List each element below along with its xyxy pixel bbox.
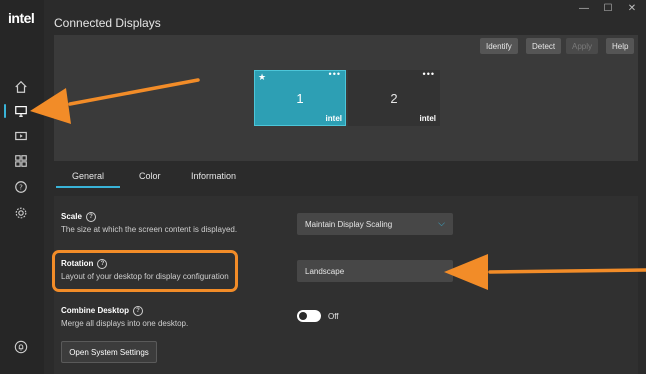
primary-star-icon: ★: [258, 72, 267, 82]
maximize-button[interactable]: ☐: [596, 0, 620, 16]
combine-description: Merge all displays into one desktop.: [61, 319, 189, 328]
apply-button[interactable]: Apply: [566, 38, 599, 54]
scale-help-icon[interactable]: ?: [85, 212, 96, 222]
display-2-menu-icon[interactable]: •••: [423, 69, 435, 79]
rotation-highlight-box: [52, 250, 238, 292]
scale-description: The size at which the screen content is …: [61, 225, 238, 234]
scale-title: Scale: [61, 212, 82, 222]
combine-toggle-label: Off: [328, 312, 339, 321]
combine-desktop-toggle[interactable]: [297, 310, 321, 322]
display-1-tile[interactable]: ★ ••• 1 intel: [254, 69, 346, 126]
minimize-button[interactable]: —: [572, 0, 596, 16]
chevron-down-icon: ⌵: [438, 218, 445, 228]
page-title: Connected Displays: [54, 16, 161, 30]
display-1-number: 1: [296, 90, 304, 106]
combine-title: Combine Desktop: [61, 306, 130, 316]
open-system-settings-button[interactable]: Open System Settings: [61, 341, 157, 363]
tab-information[interactable]: Information: [191, 171, 236, 181]
display-1-menu-icon[interactable]: •••: [329, 69, 341, 79]
combine-help-icon[interactable]: ?: [133, 306, 144, 316]
sidebar: intel ?: [0, 0, 44, 374]
scale-dropdown[interactable]: Maintain Display Scaling ⌵: [297, 213, 453, 235]
tab-color[interactable]: Color: [139, 171, 161, 181]
svg-text:?: ?: [19, 184, 23, 192]
close-button[interactable]: ✕: [620, 0, 644, 16]
rotation-dropdown[interactable]: Landscape: [297, 260, 453, 282]
display-2-number: 2: [390, 90, 398, 106]
scale-setting: Scale? The size at which the screen cont…: [61, 212, 237, 234]
active-tab-indicator: [56, 186, 120, 188]
rotation-dropdown-value: Landscape: [305, 266, 345, 276]
tab-general[interactable]: General: [72, 171, 104, 181]
scale-dropdown-value: Maintain Display Scaling: [305, 219, 393, 229]
video-icon[interactable]: [10, 125, 32, 147]
display-2-brand: intel: [419, 114, 436, 123]
apps-grid-icon[interactable]: [10, 150, 32, 172]
home-icon[interactable]: [10, 76, 32, 98]
help-button[interactable]: Help: [606, 38, 635, 54]
active-nav-indicator: [4, 104, 6, 118]
display-icon[interactable]: [10, 100, 32, 122]
detect-button[interactable]: Detect: [526, 38, 562, 54]
settings-gear-icon[interactable]: [10, 202, 32, 224]
display-2-tile[interactable]: ••• 2 intel: [348, 69, 440, 126]
display-1-brand: intel: [325, 114, 342, 123]
identify-button[interactable]: Identify: [480, 38, 518, 54]
help-icon[interactable]: ?: [10, 176, 32, 198]
toggle-knob: [299, 312, 307, 320]
intel-logo: intel: [8, 10, 35, 26]
combine-desktop-setting: Combine Desktop? Merge all displays into…: [61, 306, 188, 328]
notification-bell-icon[interactable]: [10, 336, 32, 358]
